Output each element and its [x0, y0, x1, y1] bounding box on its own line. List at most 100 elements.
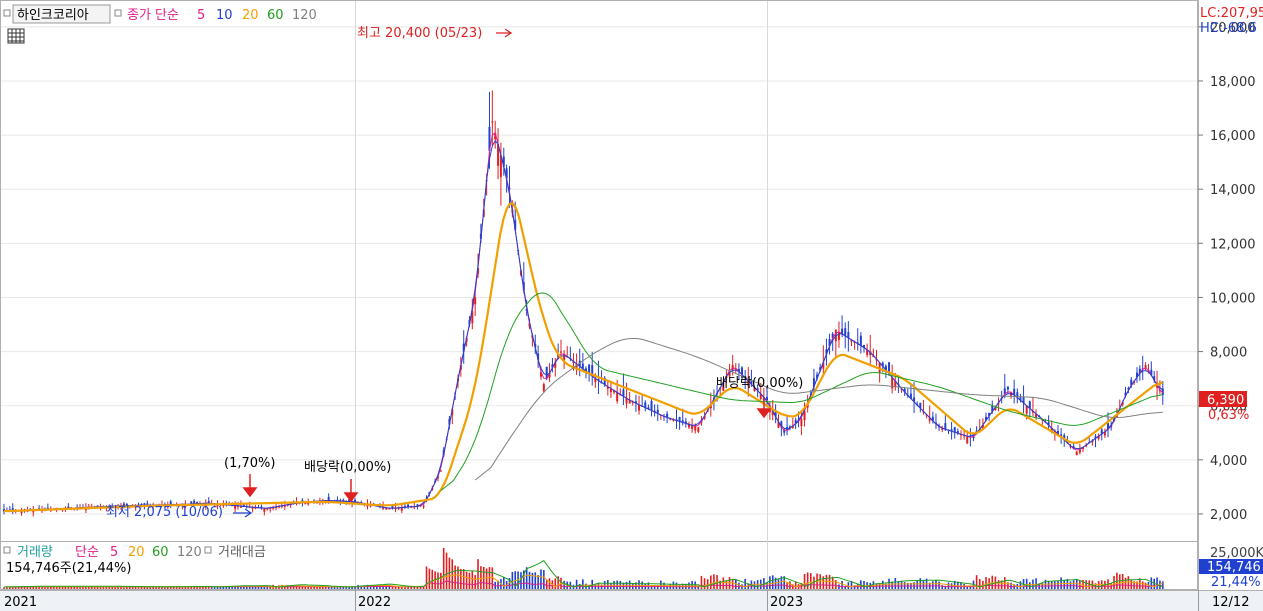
volume-bar — [534, 572, 537, 589]
volume-legend-series: 단순 — [75, 545, 99, 560]
volume-legend-ma-5: 5 — [110, 545, 118, 560]
lc-label: LC:207,95 — [1200, 6, 1263, 21]
volume-bar — [1156, 577, 1158, 589]
volume-bar — [582, 579, 584, 589]
volume-bar — [404, 587, 406, 589]
volume-bar — [831, 576, 834, 589]
volume-bar — [947, 582, 950, 589]
volume-bar — [3, 587, 5, 589]
volume-bar — [1121, 573, 1124, 589]
volume-bar — [184, 587, 187, 589]
volume-bar — [841, 580, 843, 589]
volume-legend-extra: 거래대금 — [218, 545, 266, 560]
volume-bar — [511, 571, 514, 589]
volume-bar — [1069, 581, 1072, 589]
volume-bar — [1057, 581, 1059, 589]
volume-bar — [789, 581, 791, 589]
volume-bar — [161, 587, 163, 589]
volume-bar — [932, 581, 934, 589]
volume-bar — [102, 587, 105, 589]
volume-bar — [694, 581, 697, 589]
current-volume-pct: 21,44% — [1211, 575, 1261, 590]
candle-body — [327, 496, 330, 501]
table-icon[interactable] — [7, 28, 25, 44]
volume-bar — [158, 587, 160, 589]
candle-body — [697, 427, 700, 432]
volume-bar — [540, 569, 542, 589]
volume-bar — [79, 587, 81, 589]
volume-bar — [777, 579, 780, 589]
volume-bar — [451, 559, 454, 589]
volume-bar — [149, 587, 152, 589]
volume-legend-ma-60: 60 — [152, 545, 169, 560]
candle-body — [542, 384, 545, 392]
hc-label: HC:-68,6 — [1200, 21, 1257, 36]
volume-bar — [1124, 577, 1127, 589]
y-tick-label: 16,000 — [1210, 129, 1256, 144]
volume-bar — [660, 580, 662, 589]
volume-bar — [731, 578, 734, 589]
volume-bar — [722, 577, 725, 589]
candle-body — [953, 427, 956, 433]
volume-bar — [181, 587, 184, 589]
volume-bar — [563, 580, 565, 589]
volume-bar — [428, 568, 431, 589]
volume-bar — [900, 580, 903, 589]
volume-bar — [713, 574, 715, 589]
volume-bar — [474, 575, 476, 589]
volume-bar — [445, 552, 448, 589]
volume-bar — [454, 565, 456, 589]
price-panel[interactable] — [0, 0, 1198, 542]
volume-bar — [90, 587, 93, 589]
x-label-2022: 2022 — [358, 595, 391, 610]
volume-bar — [155, 587, 157, 589]
volume-bar — [916, 580, 918, 589]
volume-bar — [207, 587, 210, 589]
volume-bar — [47, 587, 49, 589]
volume-bar — [769, 576, 771, 589]
volume-bar — [1141, 581, 1144, 589]
volume-bar — [488, 567, 491, 589]
candle-body — [422, 505, 425, 507]
high-annotation: 최고 20,400 (05/23) — [357, 26, 482, 41]
volume-bar — [575, 579, 578, 589]
volume-bar — [935, 579, 937, 589]
candle-body — [966, 436, 969, 444]
stock-name: 하인크코리아 — [17, 8, 89, 23]
legend-ma-60: 60 — [267, 8, 284, 23]
volume-bar — [543, 570, 545, 589]
volume-bar — [537, 575, 539, 589]
legend-ma-5: 5 — [197, 8, 205, 23]
volume-bar — [607, 580, 609, 589]
volume-bar — [167, 587, 169, 589]
volume-bar — [710, 575, 712, 589]
volume-bar — [616, 580, 618, 589]
volume-bar — [1150, 577, 1153, 589]
volume-bar — [997, 580, 1000, 589]
volume-bar — [1025, 578, 1028, 589]
volume-bar — [477, 559, 479, 589]
candle-body — [616, 392, 619, 402]
volume-bar — [1019, 581, 1022, 589]
volume-bar — [93, 587, 96, 589]
legend-price-series: 종가 단순 — [127, 8, 179, 23]
y-tick-label: 14,000 — [1210, 183, 1256, 198]
legend-ma-120: 120 — [292, 8, 317, 23]
legend-ma-10: 10 — [216, 8, 233, 23]
volume-bar — [333, 587, 336, 589]
volume-bar — [44, 587, 46, 589]
volume-bar — [82, 587, 84, 589]
volume-bar — [480, 566, 482, 589]
volume-bar — [1118, 574, 1121, 589]
volume-bar — [187, 587, 190, 589]
volume-bar — [1085, 580, 1087, 589]
volume-bar — [744, 578, 746, 589]
volume-bar — [554, 578, 557, 589]
volume-bar — [803, 573, 806, 589]
volume-bar — [922, 580, 925, 589]
volume-bar — [123, 587, 125, 589]
stock-chart[interactable]: 20,00018,00016,00014,00012,00010,0008,00… — [0, 0, 1263, 611]
candle-body — [859, 335, 862, 346]
volume-bar — [1130, 579, 1133, 589]
x-label-2023: 2023 — [770, 595, 803, 610]
